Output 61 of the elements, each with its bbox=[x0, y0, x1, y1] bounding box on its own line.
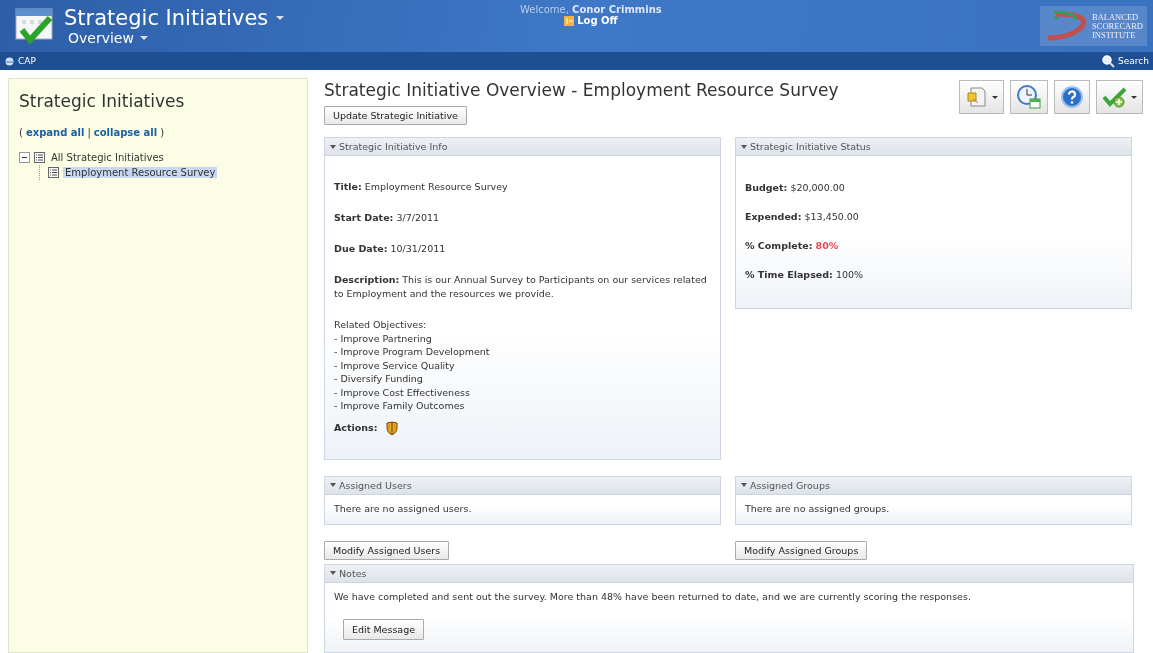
shield-icon[interactable] bbox=[385, 420, 398, 435]
site-link[interactable]: CAP bbox=[18, 56, 36, 66]
groups-text: There are no assigned groups. bbox=[744, 501, 891, 516]
page-title: Strategic Initiative Overview - Employment Resource Survey bbox=[324, 80, 839, 100]
logoff-link[interactable]: Log Off bbox=[577, 15, 618, 26]
status-value: 100% bbox=[835, 269, 864, 280]
status-value: $13,450.00 bbox=[804, 211, 859, 222]
search-icon[interactable] bbox=[1102, 54, 1116, 68]
info-field: Due Date: 10/31/2011 bbox=[334, 242, 711, 256]
toolbar-button[interactable] bbox=[1054, 80, 1090, 114]
status-value: 80% bbox=[815, 240, 839, 251]
view-menu[interactable]: Overview bbox=[68, 30, 134, 46]
status-label: Expended: bbox=[745, 211, 802, 222]
info-field: Title: Employment Resource Survey bbox=[334, 180, 711, 194]
check-plus-icon bbox=[1102, 86, 1128, 108]
logo: BALANCED SCORECARD INSTITUTE bbox=[1040, 6, 1147, 46]
objective-item: - Improve Family Outcomes bbox=[334, 399, 466, 413]
tree-item[interactable]: All Strategic Initiatives bbox=[49, 152, 166, 163]
expand-all-link[interactable]: expand all bbox=[25, 127, 85, 138]
clock-icon bbox=[1016, 84, 1042, 110]
collapse-toggle[interactable] bbox=[19, 152, 30, 163]
modify-groups-button[interactable]: Modify Assigned Groups bbox=[735, 540, 868, 560]
edit-message-button[interactable]: Edit Message bbox=[343, 618, 425, 640]
status-label: % Complete: bbox=[745, 240, 813, 251]
objective-item: - Improve Program Development bbox=[334, 345, 491, 359]
calendar-check-icon bbox=[14, 6, 56, 46]
list-icon bbox=[34, 152, 45, 163]
panel-header[interactable]: Strategic Initiative Info bbox=[325, 138, 720, 156]
info-field: Start Date: 3/7/2011 bbox=[334, 211, 711, 225]
objective-item: - Improve Service Quality bbox=[334, 358, 456, 372]
modify-users-button[interactable]: Modify Assigned Users bbox=[324, 540, 450, 560]
info-field: Description: This is our Annual Survey to Participants on our services related to Employment and the resources we provide. bbox=[334, 273, 711, 301]
document-icon bbox=[965, 85, 989, 109]
actions-label: Actions: bbox=[334, 422, 378, 433]
panel-header[interactable]: Assigned Groups bbox=[736, 476, 1131, 495]
list-icon bbox=[48, 167, 59, 178]
users-text: There are no assigned users. bbox=[333, 501, 473, 516]
collapse-all-link[interactable]: collapse all bbox=[93, 127, 158, 138]
tree-item[interactable]: Employment Resource Survey bbox=[63, 167, 218, 178]
notes-text: We have completed and sent out the survey. More than 48% have been returned to date, and we are currently scoring the responses. bbox=[334, 590, 972, 602]
status-value: $20,000.00 bbox=[790, 182, 845, 193]
paren: ( bbox=[19, 127, 23, 138]
panel-header[interactable]: Notes bbox=[325, 564, 1133, 583]
panel-header[interactable]: Assigned Users bbox=[325, 476, 720, 495]
objective-item: - Diversify Funding bbox=[334, 372, 424, 386]
search-link[interactable]: Search bbox=[1118, 56, 1149, 66]
welcome-text: Welcome, Conor Crimmins bbox=[520, 4, 662, 15]
update-button[interactable]: Update Strategic Initiative bbox=[324, 106, 467, 125]
objectives-heading: Related Objectives: bbox=[334, 318, 428, 332]
help-icon bbox=[1060, 85, 1084, 109]
objective-item: - Improve Cost Effectiveness bbox=[334, 385, 471, 399]
status-label: % Time Elapsed: bbox=[745, 269, 833, 280]
app-title[interactable]: Strategic Initiatives bbox=[64, 6, 269, 30]
toolbar-button[interactable] bbox=[1010, 80, 1048, 114]
status-label: Budget: bbox=[745, 182, 788, 193]
sidebar-title: Strategic Initiatives bbox=[19, 91, 186, 111]
panel-header[interactable]: Strategic Initiative Status bbox=[736, 138, 1131, 156]
paren: ) bbox=[160, 127, 165, 138]
toolbar-button[interactable] bbox=[1096, 80, 1143, 114]
separator: | bbox=[87, 127, 91, 138]
objective-item: - Improve Partnering bbox=[334, 331, 433, 345]
